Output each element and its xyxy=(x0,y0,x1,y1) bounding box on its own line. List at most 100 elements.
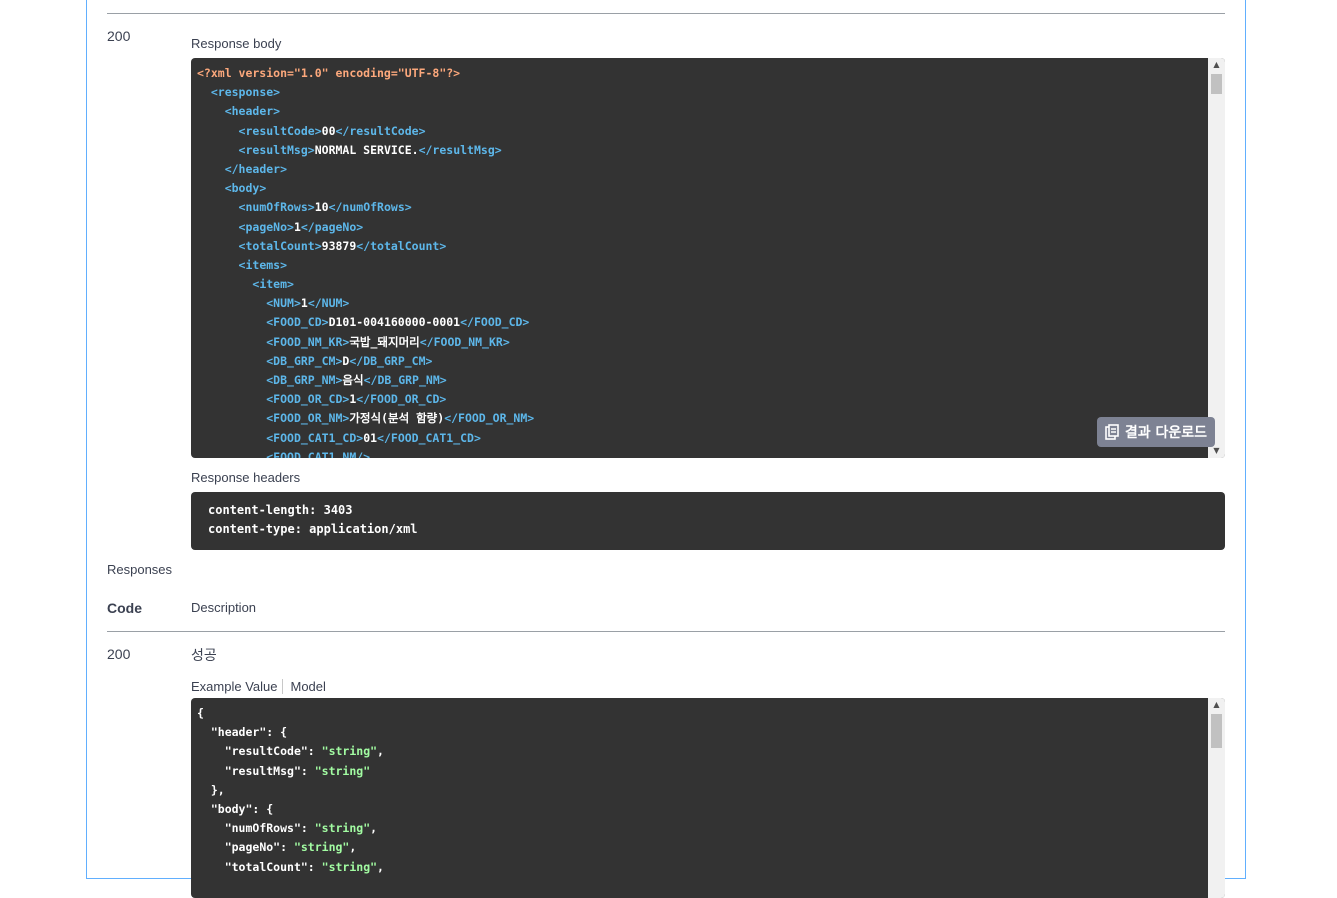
json-punct: : xyxy=(252,801,267,816)
json-punct: , xyxy=(377,744,384,759)
json-key: "totalCount" xyxy=(224,859,308,874)
json-punct: : xyxy=(307,744,322,759)
xml-tag: <FOOD_CD> xyxy=(266,315,329,330)
json-line: }, xyxy=(197,781,1205,800)
json-key: "numOfRows" xyxy=(224,821,301,836)
json-line: "resultMsg": "string" xyxy=(197,762,1205,781)
response-header-line: content-type: application/xml xyxy=(208,522,418,536)
xml-tag: </FOOD_OR_NM> xyxy=(444,411,535,426)
xml-tag: </totalCount> xyxy=(356,238,447,253)
xml-tag: <item> xyxy=(252,277,294,292)
example-value-code[interactable]: { "header": { "resultCode": "string", "r… xyxy=(191,698,1225,898)
json-punct: : xyxy=(280,840,294,855)
download-result-label: 결과 다운로드 xyxy=(1124,425,1207,441)
column-header-description: Description xyxy=(191,600,257,615)
xml-line: <?xml version="1.0" encoding="UTF-8"?> xyxy=(197,64,1205,83)
xml-tag: </resultCode> xyxy=(335,123,426,138)
xml-tag: <FOOD_NM_KR> xyxy=(266,334,350,349)
xml-tag: </FOOD_CAT1_CD> xyxy=(377,430,481,445)
operation-panel: 200 Response body <?xml version="1.0" en… xyxy=(86,0,1246,898)
xml-tag: <NUM> xyxy=(266,296,301,311)
xml-line: <DB_GRP_CM>D</DB_GRP_CM> xyxy=(197,352,1205,371)
xml-line: <numOfRows>10</numOfRows> xyxy=(197,198,1205,217)
json-punct: { xyxy=(266,801,274,816)
example-value-scrollbar[interactable]: ▲ xyxy=(1208,698,1225,898)
xml-line: <FOOD_CD>D101-004160000-0001</FOOD_CD> xyxy=(197,313,1205,332)
xml-tag: </resultMsg> xyxy=(418,142,502,157)
xml-tag: <numOfRows> xyxy=(238,200,315,215)
xml-value: D101-004160000-0001 xyxy=(328,315,461,330)
xml-value: 국밥_돼지머리 xyxy=(349,334,420,349)
xml-line: <resultMsg>NORMAL SERVICE.</resultMsg> xyxy=(197,141,1205,160)
clipboard-icon xyxy=(1105,424,1119,440)
json-punct: , xyxy=(377,859,384,874)
response-headers-code: content-length: 3403 content-type: appli… xyxy=(191,492,1225,550)
xml-value: 1 xyxy=(293,219,301,234)
xml-tag: </FOOD_OR_CD> xyxy=(356,392,447,407)
response-description: 성공 xyxy=(191,648,217,664)
json-line: "pageNo": "string", xyxy=(197,838,1205,857)
xml-line: </header> xyxy=(197,160,1205,179)
response-code-200: 200 xyxy=(107,646,131,662)
xml-line: <FOOD_CAT1_NM/> xyxy=(197,448,1205,458)
xml-line: <FOOD_OR_NM>가정식(분석 함량)</FOOD_OR_NM> xyxy=(197,409,1205,428)
xml-value: 10 xyxy=(314,200,329,215)
xml-tag: </header> xyxy=(224,161,288,176)
tab-example-value[interactable]: Example Value xyxy=(191,679,284,694)
json-punct: { xyxy=(280,725,288,740)
xml-tag: </DB_GRP_CM> xyxy=(349,353,433,368)
xml-line: <FOOD_OR_CD>1</FOOD_OR_CD> xyxy=(197,390,1205,409)
scroll-up-arrow-icon[interactable]: ▲ xyxy=(1208,698,1225,712)
xml-line: <response> xyxy=(197,83,1205,102)
json-string: "string" xyxy=(321,744,378,759)
xml-tag: <resultMsg> xyxy=(238,142,315,157)
json-string: "string" xyxy=(321,859,378,874)
json-key: "resultCode" xyxy=(224,744,308,759)
scroll-thumb[interactable] xyxy=(1211,74,1222,94)
xml-line: <items> xyxy=(197,256,1205,275)
xml-tag: <FOOD_CAT1_CD> xyxy=(266,430,364,445)
xml-line: <pageNo>1</pageNo> xyxy=(197,218,1205,237)
xml-value: 1 xyxy=(300,296,308,311)
example-value-lines: { "header": { "resultCode": "string", "r… xyxy=(197,704,1205,877)
download-result-button[interactable]: 결과 다운로드 xyxy=(1096,417,1215,447)
xml-tag: </numOfRows> xyxy=(328,200,412,215)
xml-tag: <totalCount> xyxy=(238,238,322,253)
json-punct: }, xyxy=(210,782,225,797)
scroll-up-arrow-icon[interactable]: ▲ xyxy=(1208,58,1225,72)
json-punct: , xyxy=(370,821,378,836)
response-body-scrollbar[interactable]: ▲ ▼ xyxy=(1208,58,1225,458)
xml-value: 93879 xyxy=(321,238,357,253)
json-punct: : xyxy=(300,821,315,836)
xml-line: <FOOD_NM_KR>국밥_돼지머리</FOOD_NM_KR> xyxy=(197,333,1205,352)
response-body-lines: <?xml version="1.0" encoding="UTF-8"?> <… xyxy=(197,64,1205,458)
xml-line: <body> xyxy=(197,179,1205,198)
xml-tag: </FOOD_NM_KR> xyxy=(419,334,510,349)
json-string: "string" xyxy=(314,821,371,836)
xml-declaration: <?xml version="1.0" encoding="UTF-8"?> xyxy=(197,66,461,80)
tab-model[interactable]: Model xyxy=(283,679,325,694)
json-line: "numOfRows": "string", xyxy=(197,819,1205,838)
json-punct: : xyxy=(307,859,322,874)
column-header-code: Code xyxy=(107,600,142,616)
xml-line: <item> xyxy=(197,275,1205,294)
divider xyxy=(107,631,1225,632)
responses-title: Responses xyxy=(107,562,173,577)
xml-tag: </FOOD_CD> xyxy=(460,315,530,330)
xml-tag: <items> xyxy=(238,257,288,272)
xml-line: <header> xyxy=(197,102,1205,121)
json-string: "string" xyxy=(314,763,371,778)
xml-value: 00 xyxy=(321,123,336,138)
xml-tag: <response> xyxy=(210,85,281,100)
xml-tag: <header> xyxy=(224,104,281,119)
xml-tag: <DB_GRP_CM> xyxy=(266,353,343,368)
scroll-thumb[interactable] xyxy=(1211,714,1222,748)
xml-line: <totalCount>93879</totalCount> xyxy=(197,237,1205,256)
json-line: "totalCount": "string", xyxy=(197,858,1205,877)
xml-line: <DB_GRP_NM>음식</DB_GRP_NM> xyxy=(197,371,1205,390)
response-body-code[interactable]: <?xml version="1.0" encoding="UTF-8"?> <… xyxy=(191,58,1225,458)
json-key: "resultMsg" xyxy=(224,763,301,778)
xml-value: NORMAL SERVICE. xyxy=(314,142,419,157)
xml-tag: </pageNo> xyxy=(300,219,364,234)
json-punct: { xyxy=(197,706,204,720)
